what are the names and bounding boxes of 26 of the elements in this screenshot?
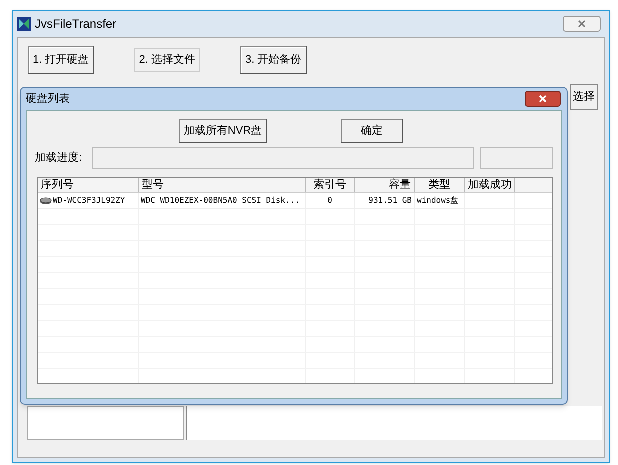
table-cell: WDC WD10EZEX-00BN5A0 SCSI Disk...	[141, 194, 300, 206]
table-cell: windows盘	[417, 194, 459, 206]
window-title: JvsFileTransfer	[35, 16, 117, 33]
confirm-button[interactable]: 确定	[341, 119, 403, 143]
column-header[interactable]: 序列号	[38, 178, 139, 192]
close-icon	[539, 95, 547, 103]
dialog-title: 硬盘列表	[26, 92, 70, 107]
progress-label: 加载进度:	[35, 150, 84, 166]
column-header[interactable]: 容量	[355, 178, 415, 192]
table-cell: WD-WCC3F3JL92ZY	[53, 194, 126, 206]
load-nvr-button[interactable]: 加载所有NVR盘	[179, 119, 267, 143]
app-logo-icon	[17, 17, 31, 31]
close-button[interactable]	[563, 16, 601, 32]
column-header[interactable]: 索引号	[306, 178, 355, 192]
table-cell: 0	[328, 194, 332, 206]
column-header[interactable]: 类型	[415, 178, 465, 192]
table-cell: 931.51 GB	[368, 194, 412, 206]
disk-drive-icon	[40, 196, 52, 204]
step-button[interactable]: 1. 打开硬盘	[28, 46, 94, 74]
select-button[interactable]: 选择	[570, 84, 598, 110]
step-button[interactable]: 3. 开始备份	[240, 46, 307, 74]
close-icon	[578, 20, 586, 28]
close-button[interactable]	[525, 91, 561, 107]
column-header[interactable]: 型号	[139, 178, 306, 192]
column-header[interactable]: 加载成功	[465, 178, 515, 192]
step-button[interactable]: 2. 选择文件	[134, 48, 200, 72]
